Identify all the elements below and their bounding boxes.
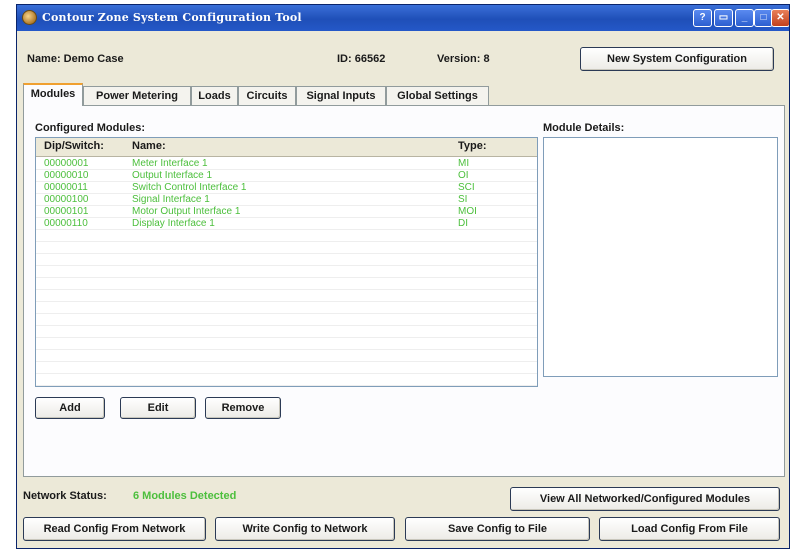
- module-type-cell: MI: [458, 158, 470, 169]
- edit-button[interactable]: Edit: [120, 397, 196, 419]
- table-row: [36, 242, 537, 254]
- table-row: [36, 290, 537, 302]
- module-details-heading: Module Details:: [543, 122, 625, 134]
- column-header-type[interactable]: Type:: [458, 140, 487, 152]
- tab-loads[interactable]: Loads: [191, 86, 238, 105]
- column-header-dip-switch[interactable]: Dip/Switch:: [44, 140, 104, 152]
- table-row: [36, 326, 537, 338]
- table-row: [36, 254, 537, 266]
- module-name-cell: Output Interface 1: [132, 170, 213, 181]
- network-status-label: Network Status:: [23, 490, 107, 502]
- module-type-cell: MOI: [458, 206, 477, 217]
- table-row[interactable]: 00000110 Display Interface 1 DI: [36, 218, 537, 230]
- table-row: [36, 266, 537, 278]
- tab-global-settings[interactable]: Global Settings: [386, 86, 489, 105]
- table-row: [36, 374, 537, 386]
- table-row[interactable]: 00000010 Output Interface 1 OI: [36, 170, 537, 182]
- module-name-cell: Meter Interface 1: [132, 158, 208, 169]
- table-row: [36, 362, 537, 374]
- title-bar[interactable]: Contour Zone System Configuration Tool ?…: [17, 5, 789, 31]
- tab-power-metering[interactable]: Power Metering: [83, 86, 191, 105]
- restore-icon[interactable]: ▭: [714, 9, 733, 27]
- dip-switch-cell: 00000001: [44, 158, 89, 169]
- module-details-box[interactable]: [543, 137, 778, 377]
- close-icon[interactable]: ✕: [771, 9, 789, 27]
- app-window: Contour Zone System Configuration Tool ?…: [16, 4, 790, 549]
- version-label: Version: 8: [437, 53, 490, 65]
- table-row[interactable]: 00000101 Motor Output Interface 1 MOI: [36, 206, 537, 218]
- column-header-name[interactable]: Name:: [132, 140, 166, 152]
- configured-modules-heading: Configured Modules:: [35, 122, 145, 134]
- table-row: [36, 350, 537, 362]
- window-title: Contour Zone System Configuration Tool: [42, 11, 302, 24]
- dip-switch-cell: 00000110: [44, 218, 88, 229]
- table-row: [36, 302, 537, 314]
- table-row: [36, 230, 537, 242]
- dip-switch-cell: 00000100: [44, 194, 89, 205]
- system-name-label: Name: Demo Case: [27, 53, 124, 65]
- system-id-label: ID: 66562: [337, 53, 386, 65]
- save-config-to-file-button[interactable]: Save Config to File: [405, 517, 590, 541]
- tab-circuits[interactable]: Circuits: [238, 86, 296, 105]
- module-name-cell: Motor Output Interface 1: [132, 206, 241, 217]
- module-type-cell: SI: [458, 194, 468, 205]
- new-system-configuration-button[interactable]: New System Configuration: [580, 47, 774, 71]
- module-type-cell: SCI: [458, 182, 475, 193]
- module-name-cell: Signal Interface 1: [132, 194, 210, 205]
- table-row[interactable]: 00000100 Signal Interface 1 SI: [36, 194, 537, 206]
- network-status-value: 6 Modules Detected: [133, 490, 237, 502]
- table-row: [36, 314, 537, 326]
- module-type-cell: DI: [458, 218, 468, 229]
- view-all-modules-button[interactable]: View All Networked/Configured Modules: [510, 487, 780, 511]
- help-icon[interactable]: ?: [693, 9, 712, 27]
- add-button[interactable]: Add: [35, 397, 105, 419]
- dip-switch-cell: 00000010: [44, 170, 89, 181]
- table-row[interactable]: 00000011 Switch Control Interface 1 SCI: [36, 182, 537, 194]
- tab-modules[interactable]: Modules: [23, 83, 83, 106]
- module-name-cell: Switch Control Interface 1: [132, 182, 247, 193]
- dip-switch-cell: 00000011: [44, 182, 88, 193]
- write-config-to-network-button[interactable]: Write Config to Network: [215, 517, 395, 541]
- minimize-icon[interactable]: _: [735, 9, 754, 27]
- table-row: [36, 338, 537, 350]
- table-row[interactable]: 00000001 Meter Interface 1 MI: [36, 158, 537, 170]
- configured-modules-table[interactable]: Dip/Switch: Name: Type: 00000001 Meter I…: [35, 137, 538, 387]
- dip-switch-cell: 00000101: [44, 206, 89, 217]
- module-name-cell: Display Interface 1: [132, 218, 215, 229]
- load-config-from-file-button[interactable]: Load Config From File: [599, 517, 780, 541]
- tab-signal-inputs[interactable]: Signal Inputs: [296, 86, 386, 105]
- app-icon: [22, 10, 37, 25]
- read-config-from-network-button[interactable]: Read Config From Network: [23, 517, 206, 541]
- remove-button[interactable]: Remove: [205, 397, 281, 419]
- table-header: Dip/Switch: Name: Type:: [36, 138, 537, 157]
- table-row: [36, 278, 537, 290]
- module-type-cell: OI: [458, 170, 469, 181]
